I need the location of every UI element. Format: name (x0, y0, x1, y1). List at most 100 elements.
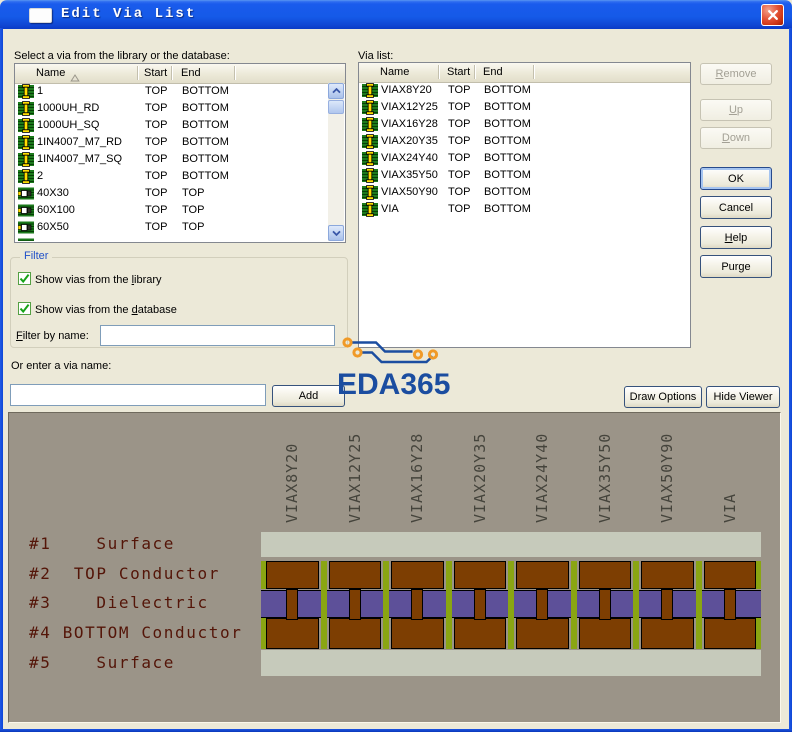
down-button[interactable]: Down (700, 127, 772, 149)
scroll-down-button[interactable] (328, 225, 344, 241)
start-layer-cell: TOP (448, 101, 470, 113)
help-button[interactable]: Help (700, 226, 772, 249)
via-name-cell: VIAX8Y20 (381, 84, 432, 96)
vertical-scrollbar[interactable] (328, 83, 344, 241)
window-title: Edit Via List (61, 6, 196, 22)
via-icon (18, 135, 34, 150)
column-header-end[interactable]: End (483, 66, 503, 78)
filter-by-name-label: Filter by name: (16, 330, 89, 342)
via-plating-edge (756, 618, 761, 649)
column-separator (474, 65, 475, 79)
table-row-partial[interactable] (16, 236, 328, 241)
table-row[interactable]: 1000UH_RD TOP BOTTOM (16, 100, 328, 117)
via-drill-barrel (411, 589, 423, 620)
filter-by-name-input[interactable] (100, 325, 335, 346)
close-button[interactable] (761, 4, 784, 26)
layer-name-label: #3 Dielectric (29, 593, 209, 612)
start-layer-cell: TOP (145, 170, 167, 182)
column-header-name[interactable]: Name (380, 66, 409, 78)
hide-viewer-button[interactable]: Hide Viewer (706, 386, 780, 408)
via-top-pad (579, 561, 632, 589)
column-header-start[interactable]: Start (447, 66, 470, 78)
via-list-header[interactable]: Name Start End (359, 63, 690, 83)
table-row[interactable]: 40X30 TOP TOP (16, 185, 328, 202)
table-row[interactable]: 1000UH_SQ TOP BOTTOM (16, 117, 328, 134)
via-name-cell: 60X100 (37, 204, 75, 216)
titlebar[interactable]: Edit Via List (0, 0, 792, 29)
start-layer-cell: TOP (448, 169, 470, 181)
up-button[interactable]: Up (700, 99, 772, 121)
via-top-pad (704, 561, 757, 589)
end-layer-cell: BOTTOM (182, 153, 229, 165)
via-column-label: VIAX20Y35 (471, 433, 489, 523)
start-layer-cell: TOP (145, 204, 167, 216)
via-top-pad (516, 561, 569, 589)
start-layer-cell: TOP (145, 85, 167, 97)
start-layer-cell: TOP (448, 186, 470, 198)
close-x-icon (767, 9, 779, 21)
table-row[interactable]: 60X50 TOP TOP (16, 219, 328, 236)
table-row[interactable]: VIA TOP BOTTOM (360, 201, 689, 218)
purge-button[interactable]: Purge (700, 255, 772, 278)
via-icon (18, 118, 34, 133)
via-icon (362, 151, 378, 166)
table-row[interactable]: 2 TOP BOTTOM (16, 168, 328, 185)
draw-options-button[interactable]: Draw Options (624, 386, 702, 408)
via-name-cell: 1 (37, 85, 43, 97)
via-top-pad (454, 561, 507, 589)
end-layer-cell: TOP (182, 221, 204, 233)
via-name-cell: VIAX12Y25 (381, 101, 438, 113)
via-icon (18, 101, 34, 116)
table-row[interactable]: VIAX24Y40 TOP BOTTOM (360, 150, 689, 167)
table-row[interactable]: VIAX35Y50 TOP BOTTOM (360, 167, 689, 184)
via-bottom-pad (454, 618, 507, 649)
surface-layer-band-top (261, 532, 761, 557)
table-row[interactable]: 1 TOP BOTTOM (16, 83, 328, 100)
end-layer-cell: BOTTOM (484, 84, 531, 96)
filter-group-label: Filter (20, 250, 52, 262)
window-border-left (0, 28, 3, 732)
library-list[interactable]: Name Start End 1 TOP BOTTOM 1000UH_RD TOP… (14, 63, 346, 243)
scroll-up-button[interactable] (328, 83, 344, 99)
via-name-cell: VIA (381, 203, 399, 215)
table-row[interactable]: VIAX12Y25 TOP BOTTOM (360, 99, 689, 116)
column-separator (234, 66, 235, 80)
start-layer-cell: TOP (448, 135, 470, 147)
table-row[interactable]: 60X100 TOP TOP (16, 202, 328, 219)
table-row[interactable]: VIAX50Y90 TOP BOTTOM (360, 184, 689, 201)
add-button[interactable]: Add (272, 385, 345, 407)
via-name-cell: VIAX24Y40 (381, 152, 438, 164)
via-drill-barrel (599, 589, 611, 620)
end-layer-cell: TOP (182, 204, 204, 216)
via-plating-strip (696, 561, 702, 649)
column-header-start[interactable]: Start (144, 67, 167, 79)
via-name-cell: 60X50 (37, 221, 69, 233)
via-icon (18, 169, 34, 184)
remove-button[interactable]: Remove (700, 63, 772, 85)
table-row[interactable]: 1IN4007_M7_SQ TOP BOTTOM (16, 151, 328, 168)
via-list[interactable]: Name Start End VIAX8Y20 TOP BOTTOM VIAX12Y… (358, 62, 691, 348)
viewer-panel: VIAX8Y20VIAX12Y25VIAX16Y28VIAX20Y35VIAX2… (8, 412, 781, 723)
via-name-input[interactable] (10, 384, 266, 406)
via-name-cell: 1IN4007_M7_RD (37, 136, 122, 148)
library-list-header[interactable]: Name Start End (15, 64, 345, 84)
via-drill-barrel (349, 589, 361, 620)
show-library-checkbox[interactable] (18, 272, 31, 285)
show-database-checkbox[interactable] (18, 302, 31, 315)
window-icon (29, 8, 52, 23)
table-row[interactable]: 1IN4007_M7_RD TOP BOTTOM (16, 134, 328, 151)
table-row[interactable]: VIAX8Y20 TOP BOTTOM (360, 82, 689, 99)
column-header-name[interactable]: Name (36, 67, 65, 79)
cancel-button[interactable]: Cancel (700, 196, 772, 219)
show-database-label: Show vias from the database (35, 304, 177, 316)
table-row[interactable]: VIAX16Y28 TOP BOTTOM (360, 116, 689, 133)
via-icon (18, 152, 34, 167)
table-row[interactable]: VIAX20Y35 TOP BOTTOM (360, 133, 689, 150)
column-header-end[interactable]: End (181, 67, 201, 79)
scroll-thumb[interactable] (328, 100, 344, 114)
edit-via-list-dialog: Edit Via List Select a via from the libr… (0, 0, 792, 732)
end-layer-cell: BOTTOM (484, 101, 531, 113)
start-layer-cell: TOP (145, 102, 167, 114)
via-bottom-pad (579, 618, 632, 649)
ok-button[interactable]: OK (700, 167, 772, 190)
